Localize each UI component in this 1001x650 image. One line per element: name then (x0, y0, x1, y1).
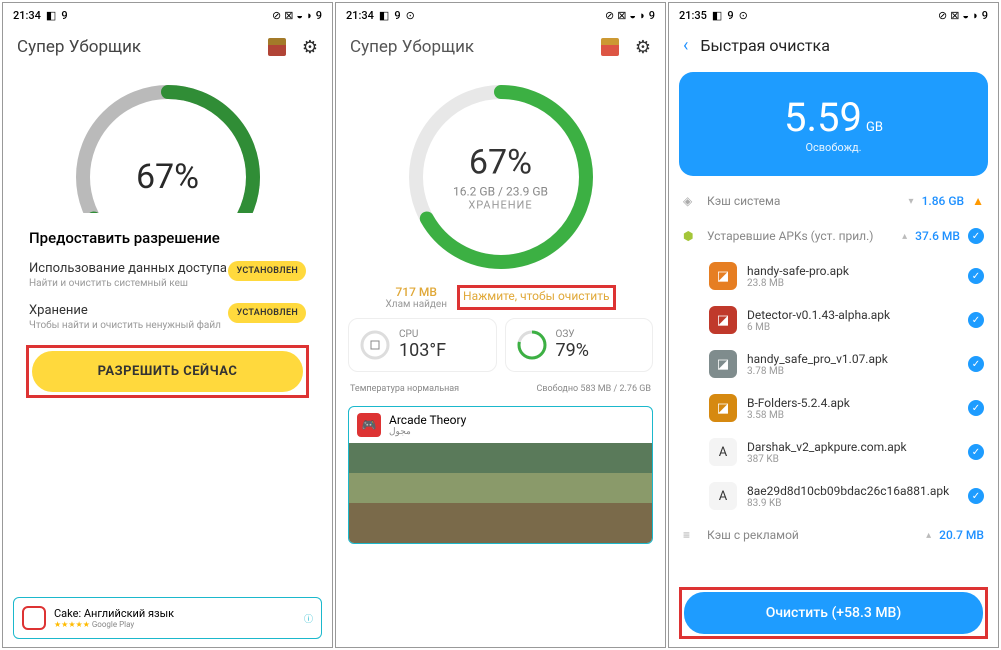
check-icon[interactable]: ✓ (968, 488, 984, 504)
check-icon[interactable]: ✓ (968, 400, 984, 416)
time: 21:34 (13, 9, 41, 22)
ram-card[interactable]: ОЗУ79% (505, 318, 654, 372)
apk-icon: ◪ (709, 350, 737, 378)
junk-size: 717 MB (385, 285, 447, 299)
check-icon[interactable]: ✓ (968, 444, 984, 460)
cpu-card[interactable]: CPU103°F (348, 318, 497, 372)
apk-row[interactable]: A8ae29d8d10cb09bdac26c16a881.apk83.9 KB✓ (669, 474, 998, 518)
installed-badge: УСТАНОВЛЕН (228, 261, 306, 281)
check-icon[interactable]: ✓ (968, 228, 984, 244)
clean-cta[interactable]: Нажмите, чтобы очистить (463, 289, 610, 303)
back-button[interactable]: ‹ (683, 35, 688, 56)
apk-icon: ◪ (709, 394, 737, 422)
settings-icon[interactable]: ⚙ (635, 37, 651, 58)
ad-card[interactable]: 🎮Arcade Theoryمجول (348, 406, 653, 544)
chevron-down-icon: ▾ (909, 196, 914, 207)
check-icon[interactable]: ✓ (968, 268, 984, 284)
warning-icon: ▲ (972, 194, 984, 208)
apk-row[interactable]: ◪B-Folders-5.2.4.apk3.58 MB✓ (669, 386, 998, 430)
apk-icon: A (709, 438, 737, 466)
apk-row[interactable]: ◪handy_safe_pro_v1.07.apk3.78 MB✓ (669, 342, 998, 386)
size-banner: 5.59GB Освобожд. (679, 72, 988, 176)
apk-row[interactable]: ◪handy-safe-pro.apk23.8 MB✓ (669, 254, 998, 298)
chevron-up-icon: ▴ (902, 231, 907, 242)
apk-icon: ◪ (709, 306, 737, 334)
screen-1-permission: 21:34 ◧ 9 ⊘⊠◒◗9 Супер Уборщик ⚙ 67% CPU1… (2, 2, 333, 648)
screen-3-quick-clean: 21:35 ◧ 9 ⊙ ⊘⊠◒◗9 ‹ Быстрая очистка 5.59… (668, 2, 999, 648)
allow-now-button[interactable]: РАЗРЕШИТЬ СЕЙЧАС (32, 351, 303, 392)
status-bar: 21:35 ◧ 9 ⊙ ⊘⊠◒◗9 (669, 3, 998, 27)
storage-ring[interactable]: 67% 16.2 GB / 23.9 GB ХРАНЕНИЕ (401, 77, 601, 277)
screen-2-main: 21:34 ◧ 9 ⊙ ⊘⊠◒◗9 Супер Уборщик ⚙ 67% 16… (335, 2, 666, 648)
perm-data-usage: Использование данных доступаНайти и очис… (29, 261, 306, 289)
app-title: Супер Уборщик (17, 37, 268, 57)
apk-row[interactable]: ◪Detector-v0.1.43-alpha.apk6 MB✓ (669, 298, 998, 342)
status-bar: 21:34 ◧ 9 ⊙ ⊘⊠◒◗9 (336, 3, 665, 27)
app-title: Супер Уборщик (350, 37, 601, 57)
list-icon: ≡ (683, 528, 699, 542)
category-ad-cache[interactable]: ≡ Кэш с рекламой ▴ 20.7 MB (669, 518, 998, 552)
check-icon[interactable]: ✓ (968, 312, 984, 328)
status-bar: 21:34 ◧ 9 ⊘⊠◒◗9 (3, 3, 332, 27)
ad-image (349, 443, 652, 543)
chevron-up-icon: ▴ (926, 530, 931, 541)
ad-icon (22, 606, 46, 630)
apk-icon: A (709, 482, 737, 510)
ad-banner[interactable]: Cake: Английский язык★★★★★ Google Play ⓘ (13, 597, 322, 639)
perm-storage: ХранениеЧтобы найти и очистить ненужный … (29, 303, 306, 331)
page-title: Быстрая очистка (700, 36, 830, 55)
category-cache-system[interactable]: ◈ Кэш система ▾ 1.86 GB ▲ (669, 184, 998, 218)
clean-button[interactable]: Очистить (+58.3 MB) (684, 592, 983, 634)
installed-badge: УСТАНОВЛЕН (228, 303, 306, 323)
gift-icon[interactable] (601, 38, 619, 56)
highlight-box: Нажмите, чтобы очистить (457, 285, 616, 310)
sheet-title: Предоставить разрешение (29, 229, 306, 247)
highlight-box: РАЗРЕШИТЬ СЕЙЧАС (26, 345, 309, 398)
android-icon: ⬢ (683, 229, 699, 243)
category-outdated-apks[interactable]: ⬢ Устаревшие APKs (уст. прил.) ▴ 37.6 MB… (669, 218, 998, 254)
gift-icon[interactable] (268, 38, 286, 56)
ad-icon: 🎮 (357, 413, 381, 437)
apk-row[interactable]: ADarshak_v2_apkpure.com.apk387 KB✓ (669, 430, 998, 474)
settings-icon[interactable]: ⚙ (302, 37, 318, 58)
highlight-box: Очистить (+58.3 MB) (679, 587, 988, 639)
layers-icon: ◈ (683, 194, 699, 208)
permission-sheet: Предоставить разрешение Использование да… (13, 213, 322, 411)
check-icon[interactable]: ✓ (968, 356, 984, 372)
apk-icon: ◪ (709, 262, 737, 290)
